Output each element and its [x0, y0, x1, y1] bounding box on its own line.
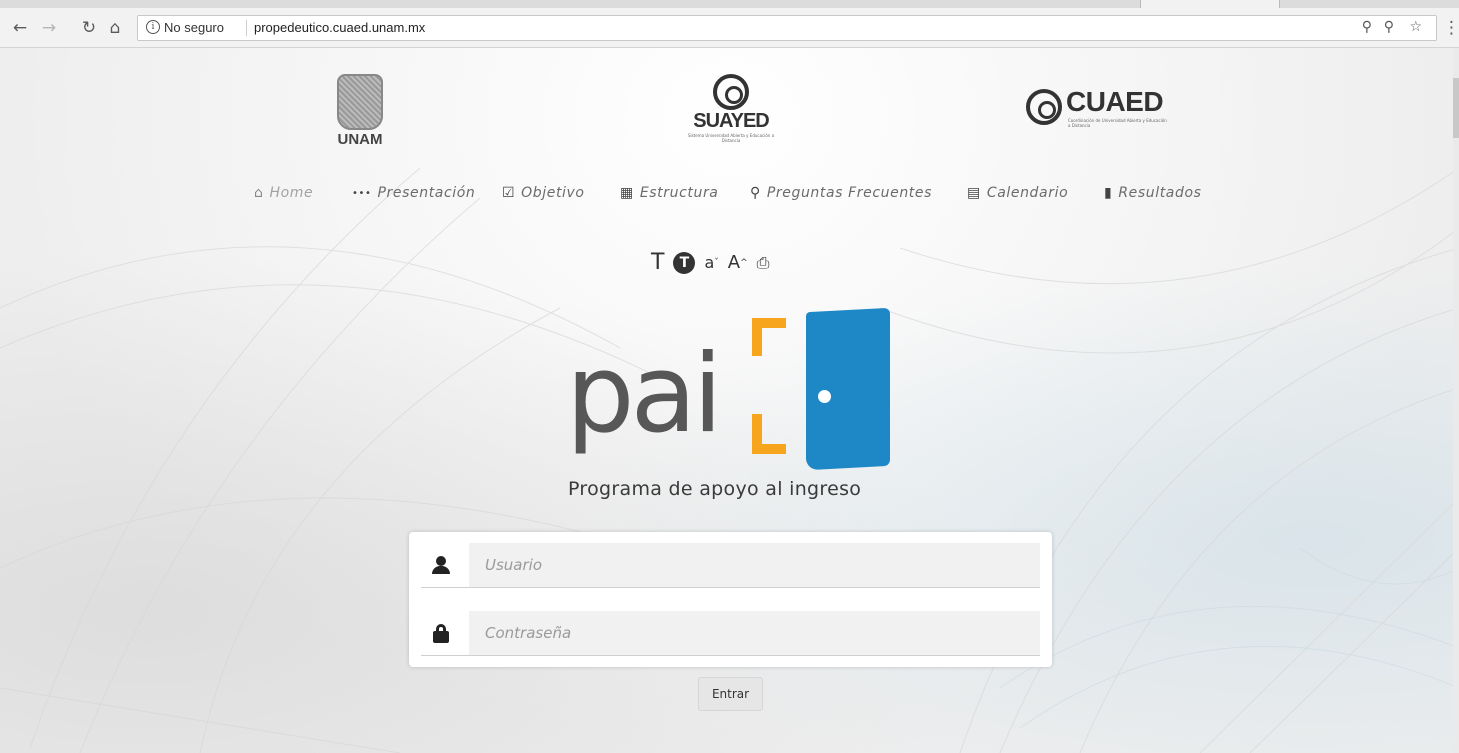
- suayed-label: SUAYED: [693, 110, 770, 132]
- cuaed-circle-icon: [1026, 89, 1062, 125]
- unam-label: UNAM: [337, 131, 383, 148]
- suayed-circle-icon: [713, 74, 749, 110]
- pai-wordmark: pai: [566, 332, 723, 457]
- nav-presentacion[interactable]: ••• Presentación: [352, 185, 475, 201]
- key-icon[interactable]: ⚲: [1384, 19, 1394, 35]
- password-input[interactable]: [469, 611, 1040, 655]
- cuaed-caption: Coordinación de Universidad Abierta y Ed…: [1068, 118, 1167, 128]
- scrollbar-thumb[interactable]: [1453, 78, 1459, 138]
- home-icon[interactable]: ⌂: [105, 18, 125, 38]
- accessibility-toolbar: T T aˇ A^ ⎙: [651, 249, 778, 277]
- check-square-icon: ☑: [502, 185, 516, 201]
- font-decrease-label: a: [704, 253, 715, 272]
- home-icon: ⌂: [254, 185, 264, 201]
- kebab-menu-icon[interactable]: ⋮: [1443, 18, 1459, 38]
- suayed-caption: Sistema Universidad Abierta y Educación …: [687, 133, 775, 143]
- print-icon[interactable]: ⎙: [757, 250, 770, 276]
- lock-icon: [431, 623, 451, 643]
- file-icon: ▮: [1104, 185, 1113, 201]
- suayed-logo[interactable]: SUAYED Sistema Universidad Abierta y Edu…: [686, 74, 776, 143]
- nav-home-label: Home: [269, 185, 314, 201]
- user-field-row: [421, 543, 1040, 588]
- nav-preguntas-label: Preguntas Frecuentes: [766, 185, 932, 201]
- nav-calendario[interactable]: ▤ Calendario: [967, 185, 1068, 201]
- unam-seal-icon: [337, 74, 383, 130]
- login-button[interactable]: Entrar: [698, 677, 763, 711]
- font-decrease-button[interactable]: aˇ: [704, 250, 718, 276]
- scrollbar[interactable]: [1453, 48, 1459, 753]
- cuaed-label: CUAED: [1066, 86, 1164, 117]
- zoom-icon[interactable]: ⚲: [1362, 19, 1372, 35]
- url-text[interactable]: propedeutico.cuaed.unam.mx: [254, 20, 425, 35]
- search-icon: ⚲: [750, 185, 761, 201]
- pai-subtitle: Programa de apoyo al ingreso: [568, 478, 862, 500]
- calendar-icon: ▤: [967, 185, 981, 201]
- ellipsis-icon: •••: [352, 187, 372, 199]
- font-increase-button[interactable]: A^: [728, 250, 748, 276]
- nav-estructura-label: Estructura: [639, 185, 719, 201]
- nav-estructura[interactable]: ▦ Estructura: [620, 185, 718, 201]
- info-icon[interactable]: i: [146, 20, 160, 34]
- nav-objetivo-label: Objetivo: [521, 185, 585, 201]
- cuaed-logo[interactable]: CUAED Coordinación de Universidad Abiert…: [1026, 86, 1206, 128]
- password-field-row: [421, 611, 1040, 656]
- nav-calendario-label: Calendario: [986, 185, 1069, 201]
- active-tab[interactable]: [1140, 0, 1280, 8]
- unam-logo[interactable]: UNAM: [330, 74, 390, 148]
- username-input[interactable]: [469, 543, 1040, 587]
- login-card: [409, 532, 1052, 667]
- nav-objetivo[interactable]: ☑ Objetivo: [502, 185, 585, 201]
- browser-toolbar: ← → ↻ ⌂ i No seguro propedeutico.cuaed.u…: [0, 0, 1459, 48]
- security-label[interactable]: No seguro: [164, 20, 224, 35]
- forward-icon[interactable]: →: [39, 18, 59, 38]
- font-normal-button[interactable]: T: [651, 250, 664, 276]
- pai-bracket-top-icon: [752, 318, 786, 356]
- divider: [246, 20, 247, 36]
- nav-resultados[interactable]: ▮ Resultados: [1104, 185, 1202, 201]
- nav-resultados-label: Resultados: [1118, 185, 1202, 201]
- sitemap-icon: ▦: [620, 185, 634, 201]
- door-icon: [806, 307, 890, 471]
- tab-strip: [0, 0, 1459, 8]
- star-icon[interactable]: ☆: [1409, 19, 1422, 35]
- nav-preguntas-frecuentes[interactable]: ⚲ Preguntas Frecuentes: [750, 185, 932, 201]
- user-icon: [431, 555, 451, 575]
- door-knob-icon: [818, 390, 831, 403]
- pai-bracket-bottom-icon: [752, 414, 786, 454]
- high-contrast-button[interactable]: T: [673, 252, 696, 274]
- nav-presentacion-label: Presentación: [377, 185, 476, 201]
- font-increase-label: A: [727, 252, 741, 273]
- back-icon[interactable]: ←: [10, 18, 30, 38]
- reload-icon[interactable]: ↻: [79, 18, 99, 38]
- main-nav: ⌂ Home ••• Presentación ☑ Objetivo ▦ Estruct…: [0, 185, 1459, 207]
- nav-home[interactable]: ⌂ Home: [254, 185, 313, 201]
- address-bar[interactable]: i No seguro propedeutico.cuaed.unam.mx ⚲…: [137, 15, 1437, 41]
